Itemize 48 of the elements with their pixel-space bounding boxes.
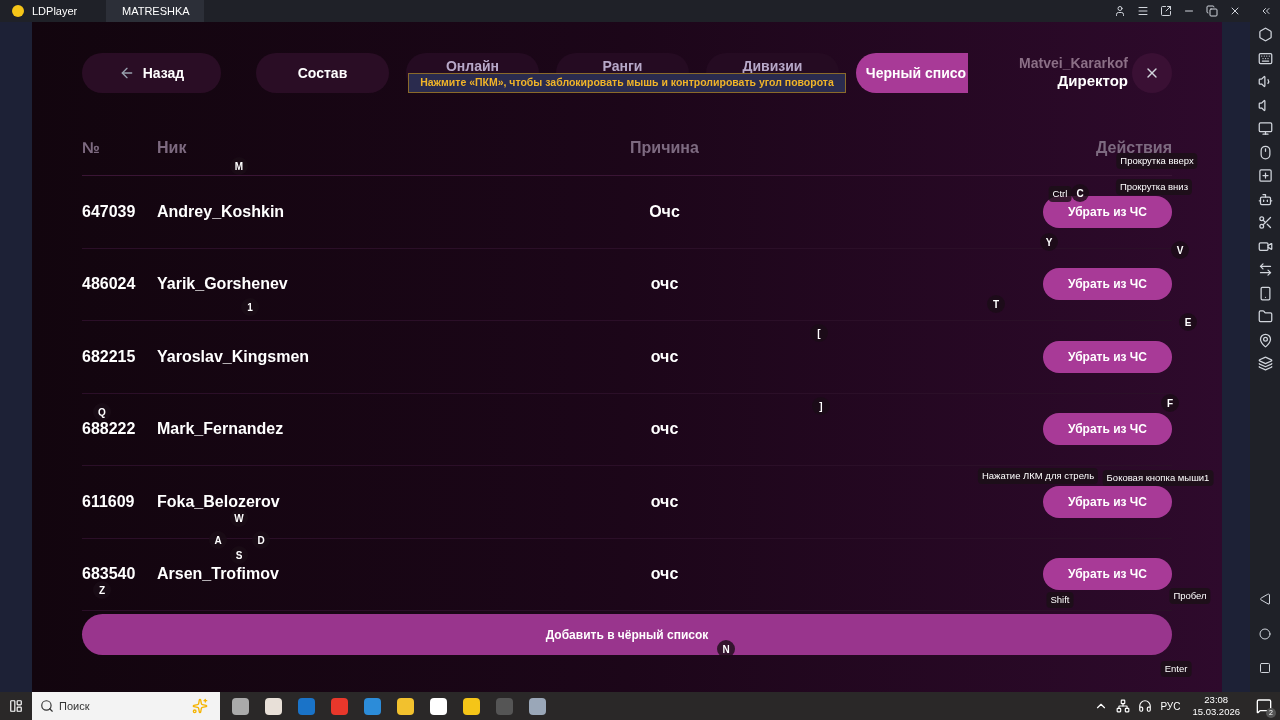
reason-cell-text: очс [650, 564, 679, 585]
key-hint: E [1179, 313, 1197, 331]
column-header: Причина [629, 137, 700, 158]
key-hint: Прокрутка вверх [1116, 152, 1198, 170]
reason-cell-text: очс [650, 491, 679, 512]
key-hint: M [230, 157, 248, 175]
key-hint: Q [93, 403, 111, 421]
number-cell: 688222 [82, 420, 136, 438]
reason-cell-text: очс [650, 346, 679, 367]
column-header: № [82, 137, 101, 158]
number-cell: 611609 [82, 492, 135, 510]
key-hint: C [1071, 184, 1089, 202]
number-cell: 682215 [82, 347, 136, 365]
key-hint: Пробел [1169, 587, 1211, 605]
key-hint: Нажатие ЛКМ для стрель [977, 467, 1099, 485]
key-hint: F [1161, 394, 1179, 412]
nick-cell: Arsen_Trofimov [157, 565, 279, 583]
key-hint: Ctrl [1048, 185, 1072, 203]
hint-tooltip: Нажмите «ПКМ», чтобы заблокировать мышь и контролировать угол поворота [408, 73, 846, 93]
reason-cell-text: Очс [649, 201, 680, 222]
key-hint: T [987, 295, 1005, 313]
key-hint: 1 [241, 298, 259, 316]
key-hint: [ [810, 324, 828, 342]
number-cell: 647039 [82, 202, 136, 220]
key-hint: V [1171, 241, 1189, 259]
key-hint: Боковая кнопка мыши1 [1102, 469, 1214, 487]
key-hint: Прокрутка вниз [1115, 178, 1193, 196]
nick-cell: Yaroslav_Kingsmen [157, 347, 310, 365]
number-cell: 683540 [82, 565, 136, 583]
reason-cell-text: очс [650, 419, 679, 440]
key-hint: A [209, 531, 227, 549]
number-cell: 486024 [82, 275, 136, 293]
nick-cell: Foka_Belozerov [157, 492, 280, 510]
key-hint: ] [812, 397, 830, 415]
reason-cell-text: очс [650, 274, 679, 295]
nick-cell: Yarik_Gorshenev [157, 275, 288, 293]
nick-cell: Andrey_Koshkin [157, 202, 285, 220]
key-hint: Shift [1046, 591, 1074, 609]
user-role: Директор [1057, 72, 1128, 92]
key-hint: Y [1040, 233, 1058, 251]
column-header: Ник [157, 137, 188, 158]
key-hint: S [230, 546, 248, 564]
key-hint: Enter [1160, 660, 1192, 678]
user-name: Matvei_Kararkof [1019, 54, 1128, 73]
key-hint: W [230, 509, 248, 527]
key-hint: D [252, 531, 270, 549]
key-hint: Z [93, 581, 111, 599]
nick-cell: Mark_Fernandez [157, 420, 284, 438]
